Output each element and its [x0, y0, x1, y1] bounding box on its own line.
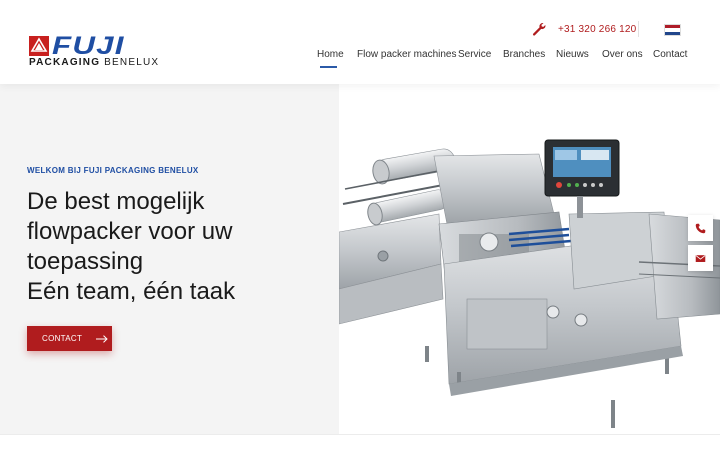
wrench-icon — [532, 23, 546, 36]
hero-headline-line-1: De best mogelijk — [27, 188, 205, 215]
nav-item-home[interactable]: Home — [317, 49, 344, 60]
side-phone-button[interactable] — [688, 215, 713, 241]
nav-item-branches[interactable]: Branches — [503, 49, 545, 60]
phone-icon — [695, 223, 706, 233]
main-nav: Home Flow packer machines Service Branch… — [0, 49, 720, 69]
header-phone-link[interactable]: +31 320 266 120 — [532, 21, 636, 37]
nav-item-service[interactable]: Service — [458, 49, 491, 60]
nav-item-nieuws[interactable]: Nieuws — [556, 49, 589, 60]
contact-button-label: CONTACT — [42, 334, 83, 343]
hero-headline-line-3: toepassing — [27, 248, 144, 275]
hero-eyebrow: WELKOM BIJ FUJI PACKAGING BENELUX — [27, 166, 199, 175]
arrow-right-icon — [96, 334, 108, 343]
side-mail-button[interactable] — [688, 245, 713, 271]
hero-headline-line-2: flowpacker voor uw — [27, 218, 233, 245]
nav-item-flow-packer-machines[interactable]: Flow packer machines — [357, 49, 456, 60]
nav-item-over-ons[interactable]: Over ons — [602, 49, 643, 60]
next-section-edge — [0, 434, 720, 450]
mail-icon — [695, 254, 706, 262]
nav-active-indicator — [320, 66, 337, 68]
contact-button[interactable]: CONTACT — [27, 326, 112, 351]
header-phone-number: +31 320 266 120 — [558, 23, 637, 35]
nav-item-contact[interactable]: Contact — [653, 49, 687, 60]
hero-headline: De best mogelijk flowpacker voor uw toep… — [27, 187, 327, 307]
flow-packer-machine-image — [339, 139, 720, 428]
hero-headline-line-4: Eén team, één taak — [27, 278, 236, 305]
hero-image-panel — [339, 84, 720, 434]
header-divider — [638, 21, 639, 37]
nl-flag-icon[interactable] — [664, 24, 681, 36]
site-header: FUJI PACKAGING BENELUX +31 320 266 120 H… — [0, 0, 720, 84]
